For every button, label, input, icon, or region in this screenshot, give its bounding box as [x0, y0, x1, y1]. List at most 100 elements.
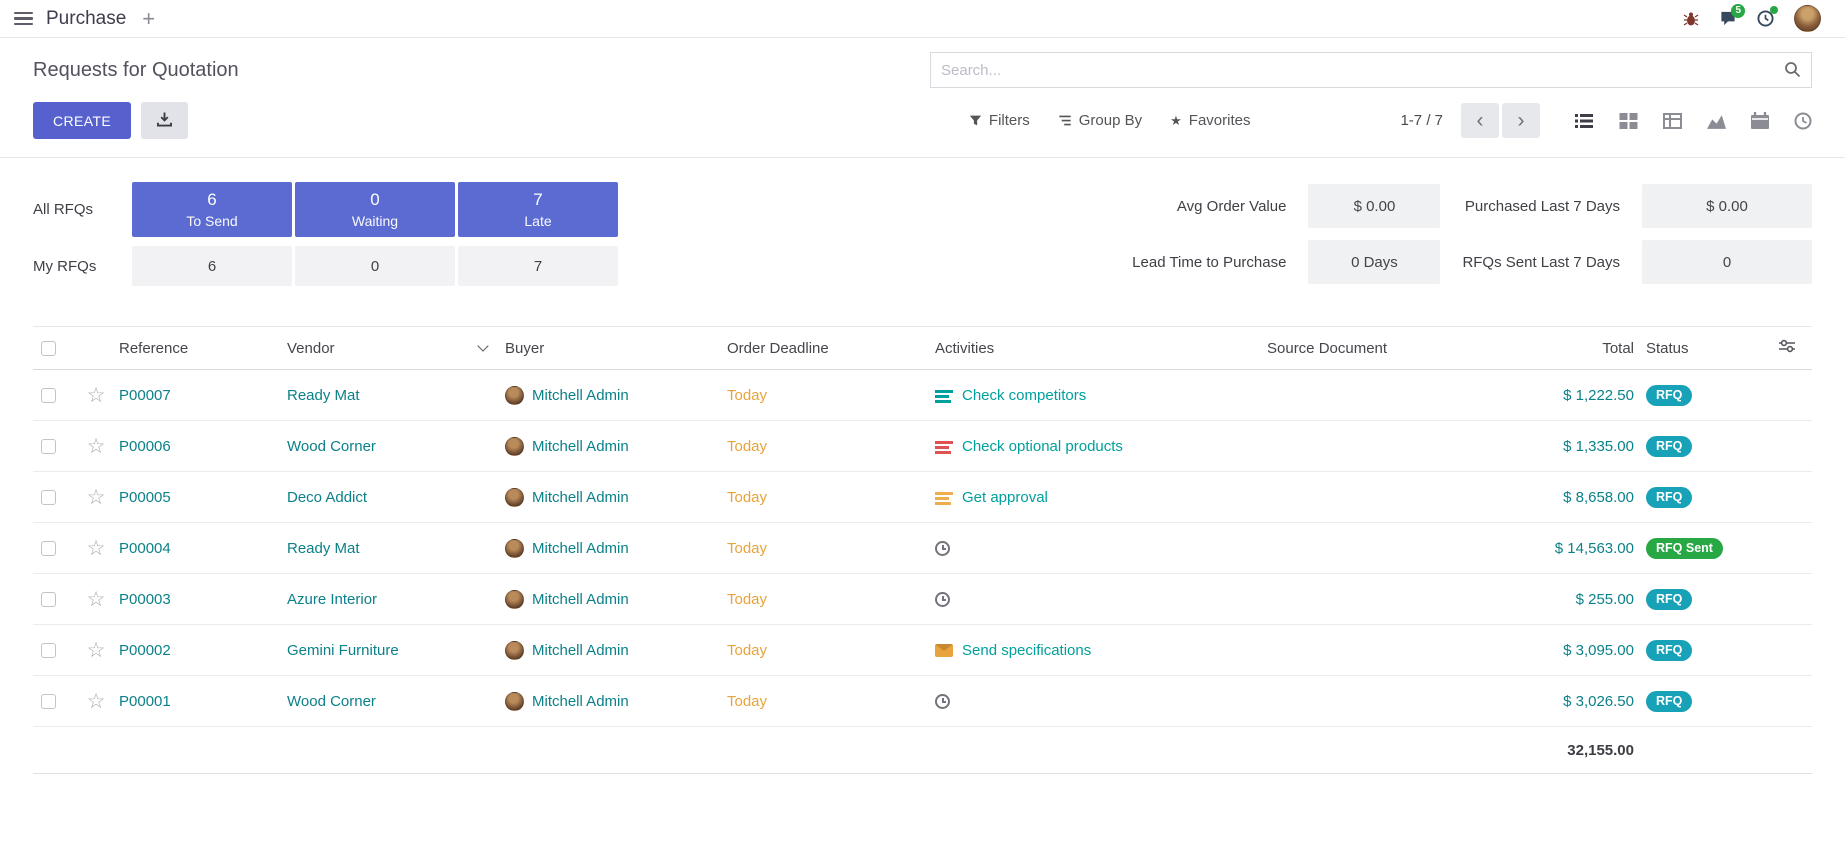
app-name[interactable]: Purchase	[46, 8, 126, 30]
vendor-link[interactable]: Wood Corner	[287, 438, 376, 455]
rfq-reference-link[interactable]: P00007	[119, 387, 171, 404]
vendor-link[interactable]: Gemini Furniture	[287, 642, 399, 659]
column-header-activities[interactable]: Activities	[935, 340, 994, 357]
column-header-status[interactable]: Status	[1646, 340, 1689, 357]
filters-button[interactable]: Filters	[969, 112, 1030, 129]
export-button[interactable]	[141, 102, 188, 139]
tile-my-waiting[interactable]: 0	[295, 246, 455, 286]
tile-late[interactable]: 7 Late	[458, 182, 618, 237]
table-row[interactable]: ☆ P00006 Wood Corner Mitchell Admin Toda…	[33, 421, 1812, 472]
row-checkbox[interactable]	[41, 439, 56, 454]
apps-menu-icon[interactable]	[14, 12, 33, 26]
table-row[interactable]: ☆ P00002 Gemini Furniture Mitchell Admin…	[33, 625, 1812, 676]
bug-icon[interactable]	[1683, 11, 1699, 27]
rfq-list: Reference Vendor Buyer Order Deadline Ac…	[33, 326, 1812, 774]
activity-type-icon[interactable]	[935, 592, 950, 607]
calendar-view-button[interactable]	[1751, 112, 1769, 129]
rfq-reference-link[interactable]: P00006	[119, 438, 171, 455]
activity-label[interactable]: Get approval	[962, 489, 1048, 506]
favorite-star-icon[interactable]: ☆	[87, 640, 106, 661]
vendor-link[interactable]: Ready Mat	[287, 540, 360, 557]
buyer-link[interactable]: Mitchell Admin	[532, 591, 629, 608]
favorite-star-icon[interactable]: ☆	[87, 436, 106, 457]
messages-icon[interactable]: 5	[1719, 10, 1737, 27]
table-row[interactable]: ☆ P00007 Ready Mat Mitchell Admin Today …	[33, 370, 1812, 421]
plus-icon[interactable]: +	[142, 8, 155, 30]
activity-type-icon[interactable]	[935, 541, 950, 556]
activity-type-icon[interactable]	[935, 490, 953, 505]
activity-label[interactable]: Send specifications	[962, 642, 1091, 659]
favorite-star-icon[interactable]: ☆	[87, 487, 106, 508]
order-deadline-value: Today	[727, 540, 767, 557]
favorite-star-icon[interactable]: ☆	[87, 691, 106, 712]
tile-my-late[interactable]: 7	[458, 246, 618, 286]
table-row[interactable]: ☆ P00005 Deco Addict Mitchell Admin Toda…	[33, 472, 1812, 523]
kanban-view-button[interactable]	[1619, 113, 1638, 129]
activity-type-icon[interactable]	[935, 694, 950, 709]
buyer-link[interactable]: Mitchell Admin	[532, 540, 629, 557]
row-checkbox[interactable]	[41, 592, 56, 607]
row-checkbox[interactable]	[41, 643, 56, 658]
column-header-buyer[interactable]: Buyer	[505, 340, 544, 357]
pager-next-button[interactable]: ›	[1502, 103, 1540, 138]
activity-type-icon[interactable]	[935, 644, 953, 657]
pivot-view-button[interactable]	[1663, 113, 1682, 129]
column-header-total[interactable]: Total	[1602, 340, 1634, 357]
row-checkbox[interactable]	[41, 388, 56, 403]
vendor-link[interactable]: Ready Mat	[287, 387, 360, 404]
row-checkbox[interactable]	[41, 694, 56, 709]
buyer-link[interactable]: Mitchell Admin	[532, 438, 629, 455]
row-checkbox[interactable]	[41, 541, 56, 556]
tile-to-send[interactable]: 6 To Send	[132, 182, 292, 237]
lead-time-label: Lead Time to Purchase	[1132, 254, 1286, 271]
vendor-link[interactable]: Deco Addict	[287, 489, 367, 506]
search-icon[interactable]	[1784, 61, 1801, 78]
activity-type-icon[interactable]	[935, 388, 953, 403]
vendor-sort-caret-icon[interactable]	[477, 340, 488, 351]
graph-view-button[interactable]	[1707, 113, 1726, 129]
buyer-link[interactable]: Mitchell Admin	[532, 387, 629, 404]
my-rfqs-label: My RFQs	[33, 258, 129, 275]
group-by-button[interactable]: Group By	[1058, 112, 1142, 129]
activity-view-button[interactable]	[1794, 112, 1812, 130]
favorite-star-icon[interactable]: ☆	[87, 385, 106, 406]
search-input[interactable]	[930, 52, 1812, 88]
table-row[interactable]: ☆ P00003 Azure Interior Mitchell Admin T…	[33, 574, 1812, 625]
favorite-star-icon[interactable]: ☆	[87, 538, 106, 559]
create-button[interactable]: CREATE	[33, 102, 131, 139]
activity-label[interactable]: Check optional products	[962, 438, 1123, 455]
activities-clock-icon[interactable]	[1757, 10, 1774, 27]
buyer-link[interactable]: Mitchell Admin	[532, 693, 629, 710]
messages-count-badge: 5	[1731, 4, 1745, 18]
table-row[interactable]: ☆ P00001 Wood Corner Mitchell Admin Toda…	[33, 676, 1812, 727]
rfq-reference-link[interactable]: P00001	[119, 693, 171, 710]
status-badge: RFQ	[1646, 589, 1692, 610]
table-row[interactable]: ☆ P00004 Ready Mat Mitchell Admin Today …	[33, 523, 1812, 574]
activity-type-icon[interactable]	[935, 439, 953, 454]
buyer-link[interactable]: Mitchell Admin	[532, 642, 629, 659]
vendor-link[interactable]: Wood Corner	[287, 693, 376, 710]
footer-total-sum: 32,155.00	[1567, 742, 1634, 759]
rfq-reference-link[interactable]: P00003	[119, 591, 171, 608]
tile-waiting[interactable]: 0 Waiting	[295, 182, 455, 237]
rfq-reference-link[interactable]: P00004	[119, 540, 171, 557]
total-amount: $ 1,335.00	[1563, 438, 1634, 455]
select-all-checkbox[interactable]	[41, 341, 56, 356]
column-header-reference[interactable]: Reference	[119, 340, 188, 357]
buyer-link[interactable]: Mitchell Admin	[532, 489, 629, 506]
favorite-star-icon[interactable]: ☆	[87, 589, 106, 610]
tile-my-to-send[interactable]: 6	[132, 246, 292, 286]
vendor-link[interactable]: Azure Interior	[287, 591, 377, 608]
pager-previous-button[interactable]: ‹	[1461, 103, 1499, 138]
list-view-button[interactable]	[1574, 113, 1594, 129]
rfq-reference-link[interactable]: P00005	[119, 489, 171, 506]
rfq-reference-link[interactable]: P00002	[119, 642, 171, 659]
user-avatar[interactable]	[1794, 5, 1821, 32]
column-header-order-deadline[interactable]: Order Deadline	[727, 340, 829, 357]
column-header-source-document[interactable]: Source Document	[1267, 340, 1387, 357]
optional-columns-icon[interactable]	[1779, 339, 1795, 357]
column-header-vendor[interactable]: Vendor	[287, 340, 335, 357]
activity-label[interactable]: Check competitors	[962, 387, 1086, 404]
favorites-button[interactable]: ★ Favorites	[1170, 112, 1250, 129]
row-checkbox[interactable]	[41, 490, 56, 505]
